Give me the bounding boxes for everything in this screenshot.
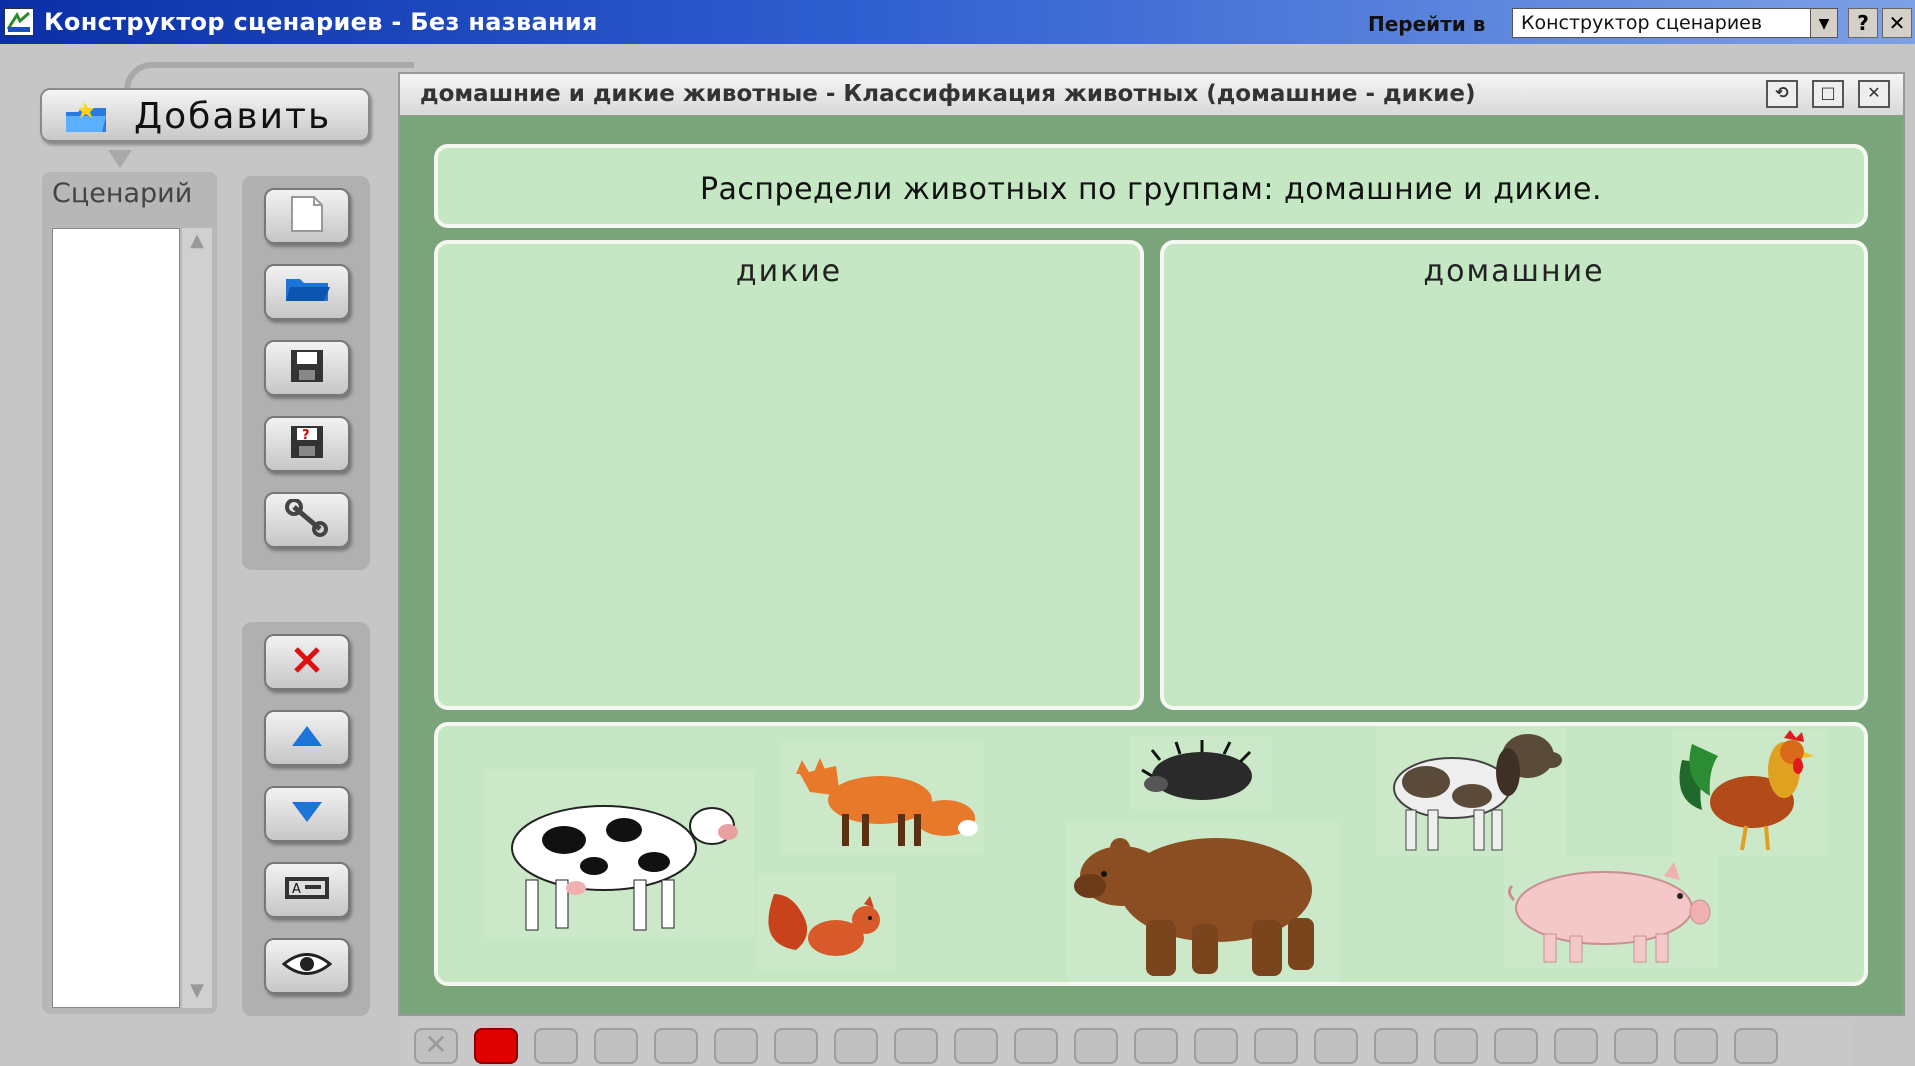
slide-thumb[interactable] [594, 1028, 638, 1064]
slide-strip: ✕ [402, 1020, 1852, 1066]
dog-icon [1376, 726, 1566, 856]
slide-thumb[interactable] [1134, 1028, 1178, 1064]
slide-thumb[interactable] [1014, 1028, 1058, 1064]
slide-thumb[interactable] [1554, 1028, 1598, 1064]
fox-card[interactable] [780, 740, 984, 854]
fox-icon [780, 740, 984, 854]
slide-thumb[interactable] [894, 1028, 938, 1064]
squirrel-card[interactable] [756, 874, 896, 970]
drop-zone-domestic[interactable]: домашние [1160, 240, 1868, 710]
scenario-scrollbar[interactable]: ▲ ▼ [182, 228, 212, 1008]
slide-thumb[interactable] [1434, 1028, 1478, 1064]
add-folder-icon [64, 102, 108, 134]
instruction-text: Распредели животных по группам: домашние… [699, 172, 1603, 207]
move-down-button[interactable] [264, 786, 350, 842]
slide-thumb[interactable] [1254, 1028, 1298, 1064]
rename-icon: A [283, 875, 331, 905]
delete-icon [292, 645, 322, 679]
add-button[interactable]: Добавить [40, 88, 370, 142]
flow-arrow [108, 150, 132, 168]
slide-thumb[interactable] [714, 1028, 758, 1064]
goto-dropdown[interactable]: Конструктор сценариев [1512, 8, 1812, 38]
dog-card[interactable] [1376, 726, 1566, 856]
slide-thumb[interactable] [1194, 1028, 1238, 1064]
save-as-button[interactable]: ? [264, 416, 350, 472]
move-up-icon [290, 724, 324, 752]
slide-thumb[interactable] [774, 1028, 818, 1064]
slide-thumb[interactable] [1494, 1028, 1538, 1064]
hedgehog-icon [1130, 736, 1272, 810]
rooster-icon [1672, 730, 1828, 856]
bear-card[interactable] [1066, 820, 1340, 982]
squirrel-icon [756, 874, 896, 970]
new-document-icon [290, 195, 324, 237]
zone-wild-title: дикие [735, 254, 843, 289]
save-as-icon: ? [289, 424, 325, 464]
preview-eye-icon [281, 951, 333, 981]
slide-thumb[interactable] [1374, 1028, 1418, 1064]
cow-card[interactable] [484, 770, 754, 940]
rename-button[interactable]: A [264, 862, 350, 918]
settings-wrench-icon [284, 498, 330, 541]
delete-button[interactable] [264, 634, 350, 690]
close-window-icon[interactable]: ✕ [1858, 80, 1890, 108]
save-icon [289, 348, 325, 388]
slide-thumb[interactable] [474, 1028, 518, 1064]
help-button[interactable]: ? [1848, 8, 1878, 38]
slide-thumb[interactable] [534, 1028, 578, 1064]
scenario-header: Сценарий [52, 178, 193, 209]
slide-thumb[interactable] [1314, 1028, 1358, 1064]
activity-title-bar: домашние и дикие животные - Классификаци… [400, 74, 1903, 116]
scroll-up-icon[interactable]: ▲ [185, 230, 209, 252]
slide-thumb[interactable] [1614, 1028, 1658, 1064]
preview-button[interactable] [264, 938, 350, 994]
goto-label: Перейти в [1368, 12, 1486, 36]
instruction-panel: Распредели животных по группам: домашние… [434, 144, 1868, 228]
slide-thumb[interactable] [1734, 1028, 1778, 1064]
move-down-icon [290, 800, 324, 828]
scenario-panel: Сценарий ▲ ▼ [42, 172, 217, 1014]
rooster-card[interactable] [1672, 730, 1828, 856]
app-icon [4, 8, 34, 36]
slide-thumb[interactable] [654, 1028, 698, 1064]
slide-thumb[interactable] [1074, 1028, 1118, 1064]
settings-button[interactable] [264, 492, 350, 548]
close-app-button[interactable]: ✕ [1882, 8, 1912, 38]
open-folder-icon [284, 277, 330, 307]
activity-title: домашние и дикие животные - Классификаци… [420, 81, 1476, 107]
save-button[interactable] [264, 340, 350, 396]
pig-card[interactable] [1504, 856, 1718, 968]
file-tools-group: ? [242, 176, 370, 570]
new-button[interactable] [264, 188, 350, 244]
bear-icon [1066, 820, 1340, 982]
cow-icon [484, 770, 754, 940]
svg-text:?: ? [302, 428, 310, 443]
hedgehog-card[interactable] [1130, 736, 1272, 810]
item-tools-group: A [242, 622, 370, 1016]
slide-thumb[interactable] [834, 1028, 878, 1064]
scenario-list[interactable] [52, 228, 180, 1008]
zone-domestic-title: домашние [1423, 254, 1605, 289]
window-title: Конструктор сценариев - Без названия [44, 8, 598, 36]
drop-zone-wild[interactable]: дикие [434, 240, 1144, 710]
slide-thumb[interactable] [954, 1028, 998, 1064]
pig-icon [1504, 856, 1718, 968]
restore-icon[interactable]: ⟲ [1766, 80, 1798, 108]
close-slide-button[interactable]: ✕ [414, 1028, 458, 1064]
open-button[interactable] [264, 264, 350, 320]
chevron-down-icon[interactable]: ▼ [1810, 8, 1838, 38]
window-title-bar: Конструктор сценариев - Без названия Пер… [0, 0, 1915, 44]
slide-thumb[interactable] [1674, 1028, 1718, 1064]
scroll-down-icon[interactable]: ▼ [185, 980, 209, 1002]
move-up-button[interactable] [264, 710, 350, 766]
add-button-label: Добавить [134, 96, 332, 137]
maximize-icon[interactable]: □ [1812, 80, 1844, 108]
svg-text:A: A [292, 882, 301, 897]
